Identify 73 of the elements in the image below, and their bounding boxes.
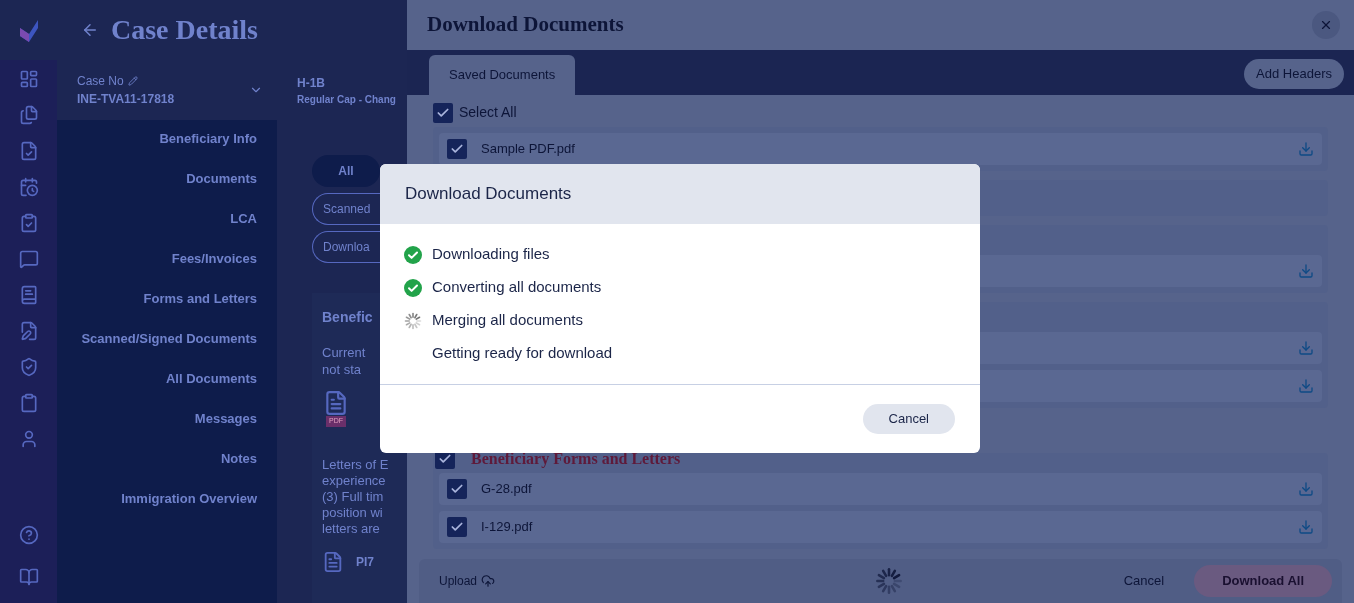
section-title: Benefic	[322, 308, 374, 327]
nav-item[interactable]: Forms and Letters	[143, 290, 257, 308]
checkbox[interactable]	[447, 139, 467, 159]
download-icon[interactable]	[1298, 340, 1314, 356]
checkbox[interactable]	[447, 517, 467, 537]
description-text: position wi	[322, 504, 384, 521]
file-name: I-129.pdf	[481, 518, 533, 537]
documents-icon[interactable]	[18, 105, 39, 125]
description-text: not sta	[322, 361, 363, 378]
loading-spinner-icon	[875, 567, 904, 595]
case-number-label: Case No	[77, 73, 124, 90]
calendar-icon[interactable]	[18, 177, 39, 197]
description-text: Letters of E	[322, 456, 390, 473]
book-icon[interactable]	[18, 567, 39, 587]
download-icon[interactable]	[1298, 141, 1314, 157]
case-number: INE-TVA11-17818	[77, 91, 175, 108]
checkbox[interactable]	[433, 102, 453, 123]
upload-label[interactable]: Upload	[439, 572, 478, 590]
description-text: Current	[322, 344, 367, 361]
page-title: Case Details	[111, 13, 258, 47]
nav-item[interactable]: LCA	[230, 210, 257, 228]
step-label: Getting ready for download	[432, 343, 613, 364]
cloud-upload-icon	[481, 574, 496, 588]
check-icon	[450, 142, 464, 156]
nav-item[interactable]: Immigration Overview	[121, 490, 257, 508]
loading-spinner-icon	[404, 311, 422, 330]
check-circle-icon	[404, 245, 422, 264]
nav-item[interactable]: All Documents	[166, 370, 257, 388]
check-circle-icon	[404, 278, 422, 297]
visa-type: H-1B	[297, 74, 326, 92]
check-icon	[450, 482, 464, 496]
nav-item[interactable]: Documents	[186, 170, 257, 188]
file-name: PI7	[356, 553, 374, 571]
nav-item[interactable]: Messages	[194, 410, 257, 428]
nav-item[interactable]: Fees/Invoices	[171, 250, 257, 268]
logo-icon	[17, 18, 40, 42]
description-text: letters are	[322, 520, 381, 537]
close-button[interactable]	[1312, 11, 1340, 39]
drawer-title: Download Documents	[427, 11, 624, 39]
step-label: Merging all documents	[432, 310, 583, 331]
check-icon	[438, 452, 452, 466]
cancel-button[interactable]: Cancel	[1103, 565, 1185, 597]
description-text: (3) Full tim	[322, 488, 385, 505]
group-title: Beneficiary Forms and Letters	[471, 449, 681, 470]
dialog-title: Download Documents	[405, 183, 572, 206]
file-name: G-28.pdf	[481, 480, 532, 499]
file-icon	[323, 390, 349, 416]
description-text: experience	[322, 472, 387, 489]
tab[interactable]: Saved Documents	[429, 55, 576, 95]
visa-subtype: Regular Cap - Chang	[297, 92, 397, 107]
step-label: Converting all documents	[432, 277, 602, 298]
download-icon[interactable]	[1298, 263, 1314, 279]
download-icon[interactable]	[1298, 481, 1314, 497]
cancel-button[interactable]: Cancel	[862, 404, 955, 434]
download-icon[interactable]	[1298, 519, 1314, 535]
checkbox[interactable]	[447, 479, 467, 499]
step-label: Downloading files	[432, 244, 550, 265]
download-icon[interactable]	[1298, 378, 1314, 394]
help-icon[interactable]	[18, 525, 39, 545]
select-all-label: Select All	[459, 103, 517, 122]
dashboard-icon[interactable]	[18, 69, 39, 89]
filter-chip[interactable]: All	[312, 155, 380, 187]
edit-icon[interactable]	[127, 76, 138, 86]
download-all-button[interactable]: Download All	[1194, 565, 1332, 597]
file-icon	[322, 550, 344, 573]
file-name: Sample PDF.pdf	[481, 140, 575, 159]
nav-item[interactable]: Scanned/Signed Documents	[81, 330, 257, 348]
add-headers-button[interactable]: Add Headers	[1244, 59, 1344, 89]
close-icon	[1319, 18, 1333, 32]
check-icon	[450, 520, 464, 534]
nav-item[interactable]: Beneficiary Info	[159, 130, 257, 148]
chat-icon[interactable]	[18, 249, 39, 269]
nav-item[interactable]: Notes	[220, 450, 257, 468]
